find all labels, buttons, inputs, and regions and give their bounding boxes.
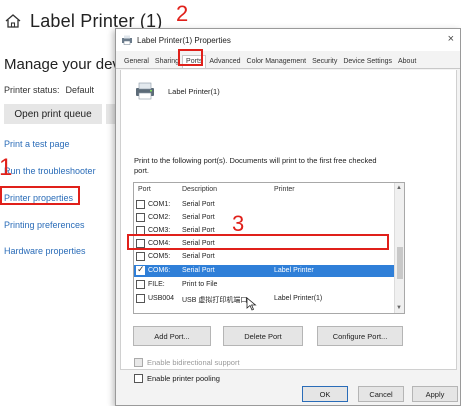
pooling-checkbox[interactable]: Enable printer pooling: [134, 374, 220, 383]
step-1-marker: 1: [0, 154, 13, 181]
scroll-up-icon[interactable]: ▲: [396, 185, 402, 191]
port-checkbox[interactable]: [136, 294, 145, 303]
column-description[interactable]: Description: [182, 186, 217, 193]
tab-device-settings[interactable]: Device Settings: [340, 58, 395, 68]
bidirectional-checkbox: Enable bidirectional support: [134, 358, 240, 367]
tab-about[interactable]: About: [395, 58, 419, 68]
port-name: COM6:: [148, 267, 171, 274]
printer-status-label: Printer status:: [4, 85, 60, 95]
tab-color-management[interactable]: Color Management: [244, 58, 310, 68]
checkbox-box: [134, 358, 143, 367]
delete-port-button[interactable]: Delete Port: [223, 326, 303, 346]
printer-icon: [136, 82, 154, 100]
ok-button[interactable]: OK: [302, 386, 348, 402]
dialog-titlebar[interactable]: Label Printer(1) Properties ×: [116, 29, 460, 51]
open-print-queue-button[interactable]: Open print queue: [4, 104, 102, 124]
tab-security[interactable]: Security: [309, 58, 340, 68]
port-row[interactable]: COM5: Serial Port: [134, 251, 394, 263]
page-subtitle: Manage your devi: [4, 56, 124, 73]
properties-dialog: Label Printer(1) Properties × General Sh…: [115, 28, 461, 406]
cancel-button[interactable]: Cancel: [358, 386, 404, 402]
printer-status: Printer status: Default: [4, 85, 94, 95]
scroll-thumb[interactable]: [397, 247, 403, 279]
printer-small-icon: [122, 35, 132, 45]
port-row[interactable]: USB004 USB 虚拟打印机端口 Label Printer(1): [134, 293, 394, 305]
printer-header: Label Printer(1): [134, 82, 220, 100]
bidirectional-label: Enable bidirectional support: [147, 358, 240, 367]
port-description: USB 虚拟打印机端口: [182, 297, 248, 304]
port-description: Serial Port: [182, 227, 215, 234]
port-list-header: Port Description Printer: [134, 183, 404, 196]
step-2-marker: 2: [176, 1, 189, 26]
printer-status-value: Default: [65, 85, 95, 95]
port-printer: Label Printer: [274, 267, 314, 274]
port-printer: Label Printer(1): [274, 295, 323, 302]
scroll-down-icon[interactable]: ▼: [396, 305, 402, 311]
port-row-selected[interactable]: COM6: Serial Port Label Printer: [134, 264, 394, 277]
port-list-scrollbar[interactable]: ▲ ▼: [394, 183, 404, 313]
print-test-page-link[interactable]: Print a test page: [4, 139, 70, 149]
port-row[interactable]: COM1: Serial Port: [134, 199, 394, 211]
troubleshooter-link[interactable]: Run the troubleshooter: [4, 166, 96, 176]
port-checkbox[interactable]: [136, 200, 145, 209]
dialog-title: Label Printer(1) Properties: [137, 35, 231, 45]
port-name: COM3:: [148, 227, 171, 234]
hardware-properties-link[interactable]: Hardware properties: [4, 246, 86, 256]
highlight-com6-row: [127, 234, 389, 250]
port-checkbox[interactable]: [136, 280, 145, 289]
tab-advanced[interactable]: Advanced: [206, 58, 243, 68]
column-printer[interactable]: Printer: [274, 186, 295, 193]
port-description: Serial Port: [182, 214, 215, 221]
ports-panel: Label Printer(1) Print to the following …: [120, 70, 457, 383]
highlight-printer-properties: [0, 186, 80, 205]
pooling-label: Enable printer pooling: [147, 374, 220, 383]
close-icon[interactable]: ×: [448, 33, 454, 45]
configure-port-button[interactable]: Configure Port...: [317, 326, 403, 346]
port-description: Serial Port: [182, 267, 215, 274]
add-port-button[interactable]: Add Port...: [133, 326, 211, 346]
apply-button[interactable]: Apply: [412, 386, 458, 402]
port-name: COM1:: [148, 201, 171, 208]
port-checkbox[interactable]: [136, 213, 145, 222]
highlight-ports-tab: [178, 49, 203, 66]
port-description: Print to File: [182, 281, 218, 288]
port-row[interactable]: FILE: Print to File: [134, 279, 394, 291]
printing-preferences-link[interactable]: Printing preferences: [4, 220, 85, 230]
printer-name: Label Printer(1): [168, 86, 220, 96]
port-name: COM5:: [148, 253, 171, 260]
port-row[interactable]: COM2: Serial Port: [134, 212, 394, 224]
port-name: FILE:: [148, 281, 165, 288]
port-description: Serial Port: [182, 253, 215, 260]
port-instructions: Print to the following port(s). Document…: [134, 156, 377, 175]
tab-bar: General Sharing Ports Advanced Color Man…: [116, 53, 460, 69]
tab-general[interactable]: General: [121, 58, 152, 68]
checkbox-box[interactable]: [134, 374, 143, 383]
step-3-marker: 3: [232, 211, 245, 236]
port-description: Serial Port: [182, 201, 215, 208]
port-checkbox-checked[interactable]: [136, 264, 145, 275]
port-name: COM2:: [148, 214, 171, 221]
home-icon[interactable]: [4, 12, 22, 30]
mouse-cursor-icon: [246, 297, 257, 311]
port-name: USB004: [148, 295, 175, 302]
port-checkbox[interactable]: [136, 252, 145, 261]
column-port[interactable]: Port: [138, 186, 151, 193]
